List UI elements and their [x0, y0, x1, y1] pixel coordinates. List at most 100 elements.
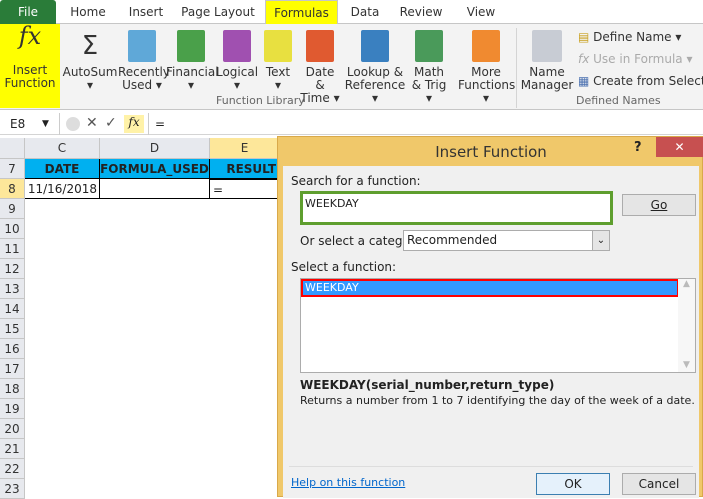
label: Define Name ▾ [593, 30, 682, 44]
ribbon-button[interactable]: Math & Trig ▾ [408, 24, 450, 105]
expand-handle-icon[interactable] [66, 117, 80, 131]
chevron-down-icon[interactable]: ⌄ [592, 231, 609, 250]
row-header[interactable]: 9 [0, 199, 25, 219]
scrollbar[interactable]: ▲ ▼ [678, 279, 695, 372]
insert-function-button[interactable]: fx Insert Function [0, 24, 60, 108]
label: Time ▾ [300, 91, 340, 105]
column-header-d[interactable]: D [100, 138, 210, 159]
cell-d8[interactable] [100, 179, 210, 199]
define-name-icon: ▤ [578, 30, 594, 44]
go-button[interactable]: Go [622, 194, 696, 216]
cancel-button[interactable]: Cancel [622, 473, 696, 495]
tab-review[interactable]: Review [396, 0, 446, 24]
label: Used ▾ [122, 78, 162, 92]
row-header[interactable]: 8 [0, 179, 25, 199]
row-header[interactable]: 14 [0, 299, 25, 319]
select-function-label: Select a function: [291, 260, 397, 274]
name-manager-button[interactable]: Name Manager [520, 24, 574, 92]
label: Manager [520, 78, 574, 92]
chevron-down-icon: ▼ [42, 119, 49, 129]
help-icon[interactable]: ? [634, 140, 642, 155]
row-header[interactable]: 12 [0, 259, 25, 279]
cell-e8-active[interactable]: = [209, 179, 280, 199]
label: ▾ [274, 78, 282, 92]
ribbon-button[interactable]: Financial ▾ [166, 24, 219, 92]
scroll-up-icon[interactable]: ▲ [678, 279, 695, 289]
label: Function [4, 76, 56, 90]
ribbon-button[interactable]: Recently Used ▾ [118, 24, 170, 92]
header-cell-formula-used[interactable]: FORMULA_USED [100, 159, 210, 179]
row-header[interactable]: 10 [0, 219, 25, 239]
tab-insert[interactable]: Insert [120, 0, 172, 24]
header-cell-result[interactable]: RESULT [210, 159, 280, 179]
ribbon-button[interactable]: Σ AutoSum ▾ [62, 24, 118, 92]
row-header[interactable]: 7 [0, 159, 25, 179]
function-signature: WEEKDAY(serial_number,return_type) [300, 378, 555, 392]
header-cell-date[interactable]: DATE [25, 159, 100, 179]
row-header[interactable]: 15 [0, 319, 25, 339]
cancel-icon[interactable]: ✕ [86, 115, 98, 131]
ok-button[interactable]: OK [536, 473, 610, 495]
define-name-button[interactable]: ▤ Define Name ▾ [578, 30, 681, 44]
label: Reference ▾ [344, 78, 406, 105]
fx-icon: fx [578, 52, 594, 66]
search-input[interactable]: WEEKDAY [300, 191, 613, 225]
ribbon-button[interactable]: More Functions ▾ [458, 24, 515, 105]
star-book-icon [128, 30, 156, 62]
row-header[interactable]: 18 [0, 379, 25, 399]
scroll-down-icon[interactable]: ▼ [678, 360, 695, 370]
column-header-e[interactable]: E [210, 138, 280, 159]
row-header[interactable]: 23 [0, 479, 25, 499]
row-header[interactable]: 13 [0, 279, 25, 299]
tab-data[interactable]: Data [344, 0, 386, 24]
create-from-selection-button[interactable]: ▦ Create from Selection [578, 74, 703, 88]
tab-home[interactable]: Home [62, 0, 114, 24]
tab-formulas[interactable]: Formulas [265, 0, 338, 24]
label: ▾ [233, 78, 241, 92]
group-label-function-library: Function Library [216, 94, 305, 107]
category-value: Recommended [407, 233, 498, 247]
ribbon: fx Insert Function Σ AutoSum ▾ Recently Used… [0, 24, 703, 110]
row-header[interactable]: 20 [0, 419, 25, 439]
tab-page-layout[interactable]: Page Layout [178, 0, 258, 24]
insert-function-icon[interactable]: fx [124, 115, 144, 133]
select-all-button[interactable] [0, 138, 25, 159]
row-header[interactable]: 19 [0, 399, 25, 419]
calendar-book-icon [306, 30, 334, 62]
insert-function-dialog: Insert Function ? ✕ Search for a functio… [277, 136, 703, 498]
row-header[interactable]: 21 [0, 439, 25, 459]
ribbon-button[interactable]: Text ▾ [260, 24, 296, 92]
row-header[interactable]: 11 [0, 239, 25, 259]
label: Date & [305, 65, 335, 92]
group-label-defined-names: Defined Names [576, 94, 661, 107]
category-select[interactable]: Recommended ⌄ [403, 230, 610, 251]
tab-view[interactable]: View [458, 0, 504, 24]
name-manager-icon [532, 30, 562, 62]
tab-file[interactable]: File [0, 0, 56, 24]
logical-book-icon [223, 30, 251, 62]
function-list-item[interactable]: WEEKDAY [301, 279, 679, 297]
more-books-icon [472, 30, 500, 62]
row-header[interactable]: 17 [0, 359, 25, 379]
ribbon-button[interactable]: Logical ▾ [215, 24, 259, 92]
row-header[interactable]: 16 [0, 339, 25, 359]
help-link[interactable]: Help on this function [291, 476, 405, 489]
row-header[interactable]: 22 [0, 459, 25, 479]
theta-book-icon [415, 30, 443, 62]
formula-input[interactable]: = [148, 113, 703, 135]
label: Create from Selection [593, 74, 703, 88]
ribbon-button[interactable]: Date & Time ▾ [300, 24, 340, 105]
ribbon-button[interactable]: Lookup & Reference ▾ [344, 24, 406, 105]
use-in-formula-button[interactable]: fx Use in Formula ▾ [578, 52, 693, 66]
dialog-body: Search for a function: WEEKDAY Go Or sel… [283, 166, 699, 498]
label: Use in Formula ▾ [593, 52, 693, 66]
sigma-icon: Σ [81, 31, 99, 61]
name-box[interactable]: E8 ▼ [0, 113, 60, 135]
cell-c8[interactable]: 11/16/2018 [25, 179, 100, 199]
function-list[interactable]: WEEKDAY ▲ ▼ [300, 278, 696, 373]
column-header-c[interactable]: C [25, 138, 100, 159]
label: & Trig ▾ [411, 78, 447, 105]
close-button[interactable]: ✕ [656, 137, 703, 157]
label: ▾ [86, 78, 94, 92]
enter-icon[interactable]: ✓ [105, 115, 117, 131]
